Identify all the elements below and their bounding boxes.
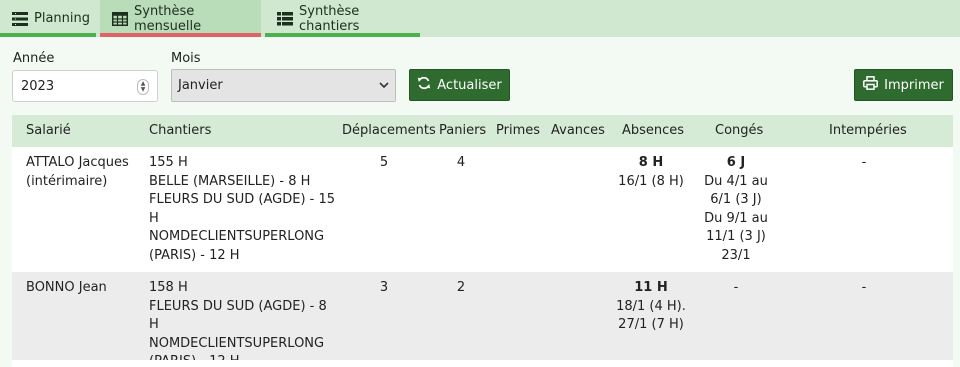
conges-total: 6 J (726, 155, 746, 170)
absence-line: 16/1 (8 H) (618, 173, 684, 189)
employee-name: BONNO Jean (26, 280, 107, 295)
refresh-button[interactable]: Actualiser (409, 69, 510, 101)
employee-status: (intérimaire) (26, 173, 108, 189)
tab-synthese-mensuelle[interactable]: Synthèse mensuelle (100, 0, 261, 37)
header-absences: Absences (622, 123, 685, 138)
cell-absences: 11 H 18/1 (4 H). 27/1 (7 H) (608, 279, 694, 335)
chantier-line: FLEURS DU SUD (AGDE) - 15 H (149, 192, 336, 226)
tab-underline (100, 33, 261, 37)
cell-chantiers: 158 H FLEURS DU SUD (AGDE) - 8 H NOMDECL… (149, 279, 339, 367)
chantier-line: (PARIS) - 12 H (149, 247, 240, 263)
print-button[interactable]: Imprimer (854, 69, 953, 101)
absence-line: 18/1 (4 H). (616, 298, 686, 314)
header-intemperies: Intempéries (829, 123, 907, 138)
cell-chantiers: 155 H BELLE (MARSEILLE) - 8 H FLEURS DU … (149, 154, 339, 266)
header-salarie: Salarié (26, 123, 71, 138)
year-input[interactable]: 2023 ▲ ▼ (12, 70, 158, 102)
header-conges: Congés (715, 123, 764, 138)
year-value: 2023 (21, 78, 55, 94)
cell-conges: 6 J Du 4/1 au 6/1 (3 J) Du 9/1 au 11/1 (… (698, 154, 774, 266)
cell-conges: - (698, 279, 774, 298)
cell-absences: 8 H 16/1 (8 H) (608, 154, 694, 191)
tab-underline (265, 33, 420, 37)
chevron-down-icon (379, 79, 389, 95)
cell-paniers: 2 (456, 280, 466, 295)
chantier-line: BELLE (MARSEILLE) - 8 H (149, 173, 311, 189)
header-avances: Avances (551, 123, 605, 138)
tab-underline (0, 33, 96, 37)
month-label: Mois (171, 51, 201, 66)
header-paniers: Paniers (439, 123, 487, 138)
month-select[interactable]: Janvier (171, 69, 396, 102)
cell-deplacements: 3 (379, 280, 389, 295)
tab-synthese-chantiers[interactable]: Synthèse chantiers (265, 0, 420, 37)
header-primes: Primes (496, 123, 541, 138)
absence-line: 27/1 (7 H) (618, 317, 684, 333)
table-row: ATTALO Jacques (intérimaire) 155 H BELLE… (12, 147, 953, 272)
absences-total: 11 H (634, 280, 668, 295)
chantiers-total: 158 H (149, 280, 188, 295)
header-deplacements: Déplacements (342, 123, 436, 138)
printer-icon (863, 76, 879, 94)
table-header: Salarié Chantiers Déplacements Paniers P… (12, 115, 953, 147)
tab-label: Synthèse chantiers (299, 3, 360, 34)
conge-line: 23/1 (721, 247, 751, 263)
chantier-line: FLEURS DU SUD (AGDE) - 8 H (149, 298, 327, 333)
cell-paniers: 4 (456, 155, 466, 170)
table-row (12, 360, 953, 367)
chantiers-total: 155 H (149, 155, 188, 170)
cell-intemperies: - (861, 155, 867, 170)
tab-label: Synthèse mensuelle (134, 3, 202, 34)
refresh-label: Actualiser (437, 77, 502, 93)
tab-bar: Planning Synthèse mensuelle Synthèse cha… (0, 0, 960, 37)
header-chantiers: Chantiers (149, 123, 212, 138)
conges-total: - (733, 280, 739, 295)
conge-line: 6/1 (3 J) (710, 192, 762, 208)
table-row: BONNO Jean 158 H FLEURS DU SUD (AGDE) - … (12, 272, 953, 367)
tab-label: Planning (34, 11, 90, 26)
conge-line: Du 4/1 au (704, 173, 768, 189)
cell-intemperies: - (861, 280, 867, 295)
year-label: Année (13, 51, 55, 66)
conge-line: 11/1 (3 J) (706, 229, 766, 245)
chantier-line: NOMDECLIENTSUPERLONG (149, 229, 325, 245)
list-icon (277, 11, 293, 26)
employee-name: ATTALO Jacques (26, 155, 129, 170)
month-value: Janvier (178, 78, 223, 93)
print-label: Imprimer (884, 77, 944, 93)
chantier-line: NOMDECLIENTSUPERLONG (149, 335, 325, 351)
tab-planning[interactable]: Planning (0, 0, 96, 37)
conge-line: Du 9/1 au (704, 210, 768, 226)
year-stepper[interactable]: ▲ ▼ (137, 79, 149, 95)
table-icon (112, 11, 128, 26)
cell-deplacements: 5 (379, 155, 389, 170)
absences-total: 8 H (638, 155, 664, 170)
cell-salarie: ATTALO Jacques (intérimaire) (26, 154, 146, 191)
synthese-table: Salarié Chantiers Déplacements Paniers P… (12, 115, 953, 367)
cell-salarie: BONNO Jean (26, 279, 146, 298)
menu-icon (12, 11, 28, 26)
refresh-icon (417, 76, 431, 94)
